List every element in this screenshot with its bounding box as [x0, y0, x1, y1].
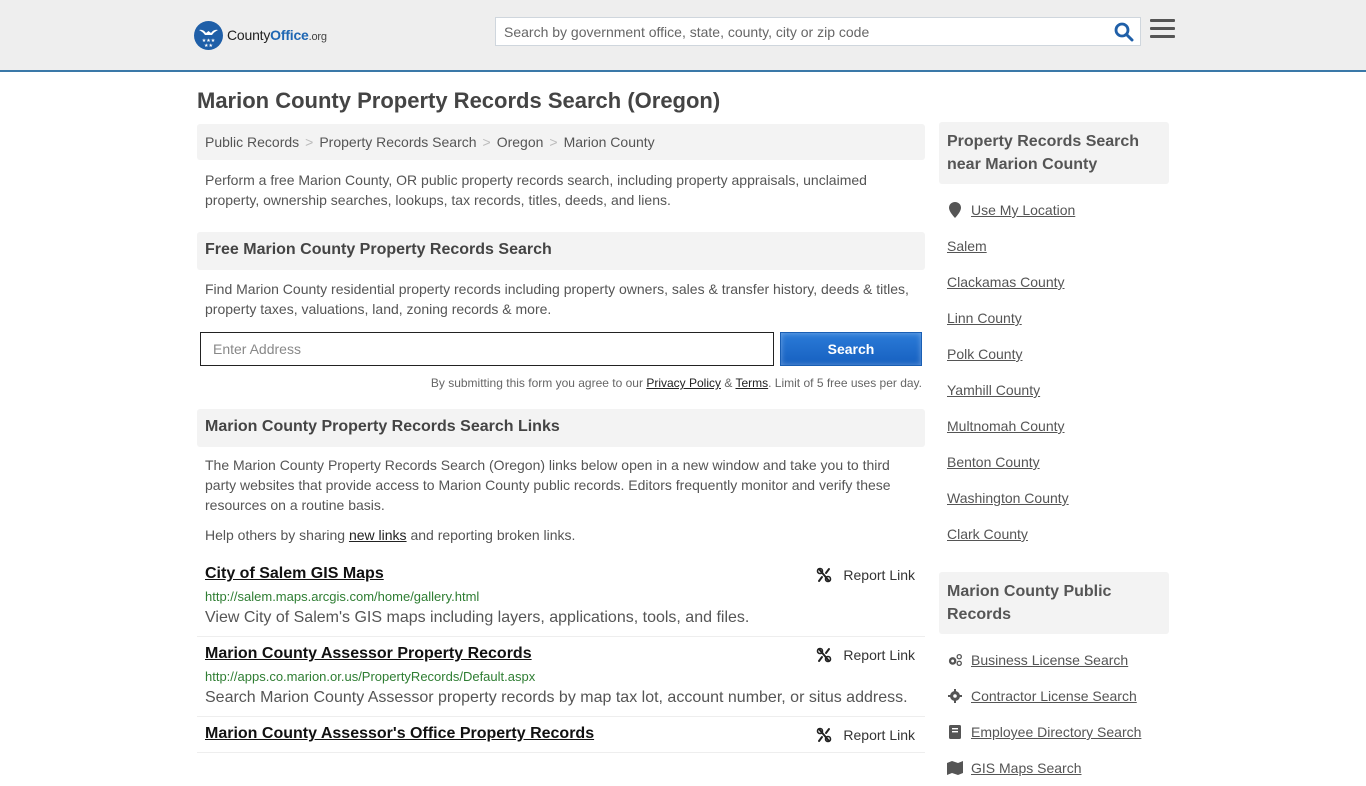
page-title: Marion County Property Records Search (O… — [197, 88, 721, 113]
breadcrumb-separator: > — [305, 134, 314, 150]
public-record-item: Employee Directory Search — [947, 714, 1161, 750]
address-search-form: Search — [197, 332, 925, 366]
free-search-description: Find Marion County residential property … — [205, 281, 909, 317]
address-search-button[interactable]: Search — [780, 332, 922, 366]
new-links-link[interactable]: new links — [349, 527, 407, 543]
cogs-icon — [947, 653, 963, 667]
list-item: Marion County Assessor's Office Property… — [197, 717, 925, 753]
logo-text: CountyOffice.org — [227, 27, 327, 43]
gear-icon — [947, 689, 963, 703]
breadcrumb-separator: > — [549, 134, 558, 150]
report-link-button[interactable]: Report Link — [816, 647, 915, 663]
privacy-policy-link[interactable]: Privacy Policy — [646, 376, 721, 390]
resource-description: Search Marion County Assessor property r… — [205, 689, 908, 706]
svg-text:★★: ★★ — [204, 43, 213, 49]
nearby-item-multnomah: Multnomah County — [947, 408, 1161, 444]
site-header: ★★★ ★★ CountyOffice.org — [0, 0, 1366, 72]
nearby-link[interactable]: Yamhill County — [947, 382, 1040, 398]
nearby-item-polk: Polk County — [947, 336, 1161, 372]
business-license-search-link[interactable]: Business License Search — [971, 652, 1128, 668]
public-record-item: Business License Search — [947, 642, 1161, 678]
list-item: Marion County Assessor Property Records … — [197, 637, 925, 717]
nearby-link[interactable]: Multnomah County — [947, 418, 1065, 434]
eagle-logo-icon: ★★★ ★★ — [194, 20, 223, 50]
nearby-link[interactable]: Benton County — [947, 454, 1040, 470]
hamburger-menu-icon[interactable] — [1150, 19, 1175, 41]
broken-link-icon — [817, 647, 832, 663]
book-icon — [947, 725, 963, 739]
gis-maps-search-link[interactable]: GIS Maps Search — [971, 760, 1082, 776]
free-search-heading: Free Marion County Property Records Sear… — [197, 232, 925, 270]
nearby-item-clark: Clark County — [947, 516, 1161, 552]
links-section-heading: Marion County Property Records Search Li… — [197, 409, 925, 447]
nearby-item-linn: Linn County — [947, 300, 1161, 336]
map-marker-icon — [947, 202, 963, 218]
links-list: City of Salem GIS Maps http://salem.maps… — [197, 557, 925, 753]
resource-title-link[interactable]: City of Salem GIS Maps — [205, 565, 384, 583]
site-search — [495, 17, 1141, 46]
breadcrumb-separator: > — [482, 134, 491, 150]
public-records-heading: Marion County Public Records — [939, 572, 1169, 634]
nearby-item-benton: Benton County — [947, 444, 1161, 480]
use-my-location-link[interactable]: Use My Location — [971, 202, 1075, 218]
main-content: Public Records > Property Records Search > O… — [197, 124, 925, 753]
nearby-link[interactable]: Clackamas County — [947, 274, 1065, 290]
nearby-link[interactable]: Linn County — [947, 310, 1022, 326]
intro-text: Perform a free Marion County, OR public … — [205, 172, 867, 208]
list-item: City of Salem GIS Maps http://salem.maps… — [197, 557, 925, 637]
form-disclaimer: By submitting this form you agree to our… — [430, 376, 922, 390]
breadcrumb-public-records[interactable]: Public Records — [205, 134, 299, 150]
nearby-item-yamhill: Yamhill County — [947, 372, 1161, 408]
breadcrumb-current: Marion County — [563, 134, 655, 150]
sidebar: Property Records Search near Marion Coun… — [939, 122, 1169, 786]
address-input[interactable] — [200, 332, 774, 366]
map-icon — [947, 761, 963, 775]
breadcrumb: Public Records > Property Records Search > O… — [197, 124, 925, 160]
site-logo[interactable]: ★★★ ★★ CountyOffice.org — [194, 20, 327, 50]
nearby-link[interactable]: Polk County — [947, 346, 1022, 362]
breadcrumb-property-records-search[interactable]: Property Records Search — [319, 134, 476, 150]
nearby-link[interactable]: Washington County — [947, 490, 1069, 506]
site-search-input[interactable] — [496, 18, 1096, 45]
contractor-license-search-link[interactable]: Contractor License Search — [971, 688, 1137, 704]
help-text: Help others by sharing new links and rep… — [205, 527, 576, 543]
breadcrumb-oregon[interactable]: Oregon — [497, 134, 544, 150]
nearby-link[interactable]: Clark County — [947, 526, 1028, 542]
resource-description: View City of Salem's GIS maps including … — [205, 609, 750, 626]
employee-directory-search-link[interactable]: Employee Directory Search — [971, 724, 1141, 740]
broken-link-icon — [817, 567, 832, 583]
use-my-location: Use My Location — [947, 192, 1161, 228]
terms-link[interactable]: Terms — [735, 376, 768, 390]
broken-link-icon — [817, 727, 832, 743]
report-link-button[interactable]: Report Link — [816, 727, 915, 743]
public-records-list: Business License Search Contractor Licen… — [939, 642, 1169, 786]
nearby-item-washington: Washington County — [947, 480, 1161, 516]
nearby-item-salem: Salem — [947, 228, 1161, 264]
nearby-heading: Property Records Search near Marion Coun… — [939, 122, 1169, 184]
nearby-link[interactable]: Salem — [947, 238, 987, 254]
resource-title-link[interactable]: Marion County Assessor's Office Property… — [205, 725, 594, 743]
public-record-item: GIS Maps Search — [947, 750, 1161, 786]
public-record-item: Contractor License Search — [947, 678, 1161, 714]
resource-url: http://apps.co.marion.or.us/PropertyReco… — [205, 669, 536, 684]
nearby-list: Use My Location Salem Clackamas County L… — [939, 192, 1169, 552]
links-section-description: The Marion County Property Records Searc… — [205, 457, 891, 513]
resource-url: http://salem.maps.arcgis.com/home/galler… — [205, 589, 480, 604]
nearby-item-clackamas: Clackamas County — [947, 264, 1161, 300]
resource-title-link[interactable]: Marion County Assessor Property Records — [205, 645, 532, 663]
search-icon[interactable] — [1114, 22, 1134, 42]
report-link-button[interactable]: Report Link — [816, 567, 915, 583]
